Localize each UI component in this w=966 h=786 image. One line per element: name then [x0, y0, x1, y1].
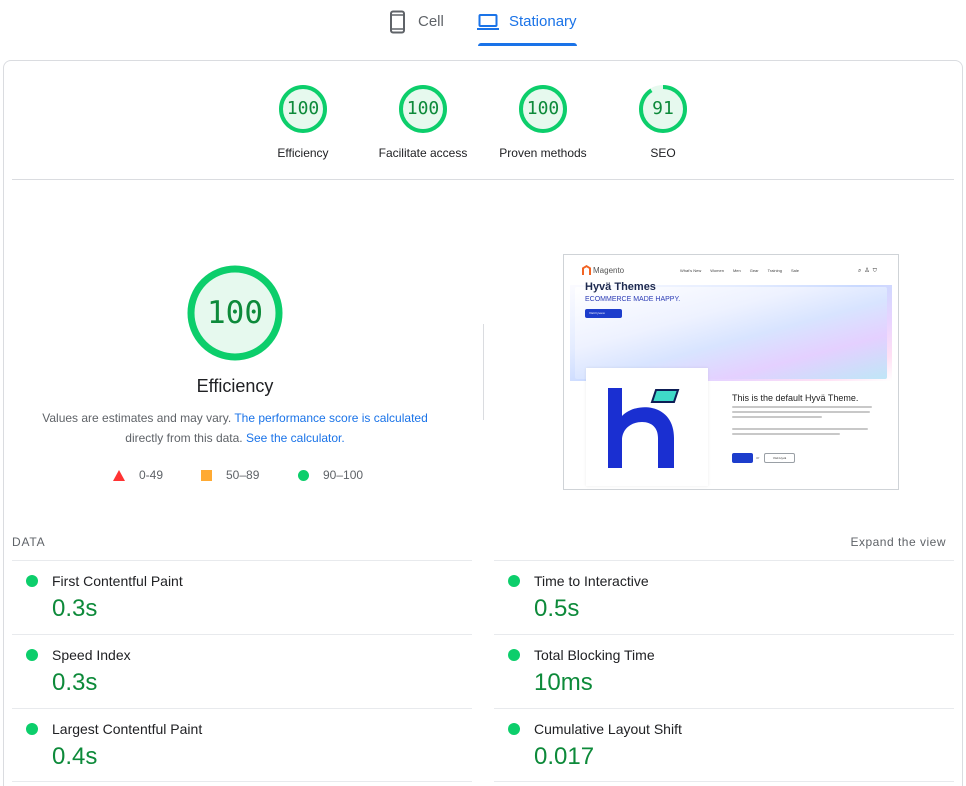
tab-desktop[interactable]: Stationary — [477, 10, 577, 46]
preview-menu: What's New Women Men Gear Training Sale — [680, 268, 799, 273]
expand-view-toggle[interactable]: Expand the view — [850, 535, 946, 549]
gauge-label: Efficiency — [277, 146, 329, 160]
device-tabs: Cell Stationary — [0, 0, 966, 50]
metric-lcp: Largest Contentful Paint 0.4s — [12, 708, 472, 782]
legend-fail: 0-49 — [113, 468, 163, 482]
preview-or-text: or — [756, 455, 760, 460]
pass-circle-icon — [26, 575, 38, 587]
preview-header-icons: ⌕♙⛉ — [857, 268, 880, 274]
hyva-h-icon — [608, 388, 680, 468]
metrics-header: DATA — [12, 535, 46, 549]
gauge-seo[interactable]: 91 SEO — [603, 84, 723, 160]
metric-value: 0.3s — [52, 595, 98, 622]
legend-pass: 90–100 — [298, 468, 363, 482]
phone-icon — [388, 10, 408, 38]
gauge-performance[interactable]: 100 Efficiency — [243, 84, 363, 160]
metric-value: 0.5s — [534, 595, 580, 622]
gauge-score: 100 — [406, 98, 440, 119]
gauge-label: Facilitate access — [378, 146, 468, 160]
preview-logo: Magento — [582, 265, 624, 275]
legend-average: 50–89 — [201, 468, 259, 482]
gauge-label: Proven methods — [499, 146, 587, 160]
preview-right-title: This is the default Hyvä Theme. — [732, 393, 859, 403]
performance-title: Efficiency — [196, 376, 274, 396]
desc-text: Values are estimates and may vary. — [42, 411, 235, 425]
gauge-accessibility[interactable]: 100 Facilitate access — [363, 84, 483, 160]
metric-name: Largest Contentful Paint — [52, 721, 203, 737]
gauge-score: 100 — [286, 98, 320, 119]
magento-logo-icon — [582, 265, 591, 275]
final-screenshot[interactable]: Magento What's New Women Men Gear Traini… — [563, 254, 899, 490]
metric-value: 10ms — [534, 669, 593, 696]
legend-range: 50–89 — [226, 468, 260, 482]
metric-speed-index: Speed Index 0.3s — [12, 634, 472, 708]
gauge-label: SEO — [650, 146, 676, 160]
metric-divider — [12, 781, 472, 782]
metric-tbt: Total Blocking Time 10ms — [494, 634, 954, 708]
active-tab-indicator — [478, 43, 577, 46]
laptop-icon — [477, 10, 499, 38]
preview-right-text — [732, 406, 877, 436]
gauge-score: 100 — [526, 98, 560, 119]
performance-description: Values are estimates and may vary. The p… — [30, 408, 440, 448]
metric-name: Time to Interactive — [534, 573, 649, 589]
section-divider — [12, 179, 954, 180]
pass-circle-icon — [508, 575, 520, 587]
metric-name: Speed Index — [52, 647, 131, 663]
metric-fcp: First Contentful Paint 0.3s — [12, 560, 472, 634]
tab-desktop-label: Stationary — [509, 13, 577, 30]
gauge-score: 91 — [652, 98, 674, 119]
pass-circle-icon — [508, 649, 520, 661]
triangle-icon — [113, 469, 125, 481]
metric-cls: Cumulative Layout Shift 0.017 — [494, 708, 954, 782]
pass-circle-icon — [26, 649, 38, 661]
vertical-divider — [483, 324, 484, 420]
circle-icon — [298, 469, 309, 481]
score-calculated-link[interactable]: The performance score is calculated — [234, 411, 427, 425]
square-icon — [201, 469, 212, 481]
tab-mobile[interactable]: Cell — [388, 10, 444, 46]
hyva-logo — [586, 368, 708, 486]
preview-primary-button — [732, 453, 753, 463]
metric-value: 0.3s — [52, 669, 98, 696]
metric-value: 0.4s — [52, 743, 98, 770]
pass-circle-icon — [26, 723, 38, 735]
preview-hero-button: Visit hyva.io — [585, 309, 622, 318]
preview-secondary-button: Visit Hyvä — [764, 453, 795, 463]
calculator-link[interactable]: See the calculator. — [246, 431, 345, 445]
preview-hero-title: Hyvä Themes — [585, 281, 656, 293]
metric-tti: Time to Interactive 0.5s — [494, 560, 954, 634]
performance-score: 100 — [207, 295, 263, 331]
legend-range: 90–100 — [323, 468, 364, 482]
tab-mobile-label: Cell — [418, 13, 444, 30]
metric-value: 0.017 — [534, 743, 595, 770]
gauge-best-practices[interactable]: 100 Proven methods — [483, 84, 603, 160]
metric-name: Total Blocking Time — [534, 647, 655, 663]
desc-text: directly from this data. — [125, 431, 246, 445]
pass-circle-icon — [508, 723, 520, 735]
legend-range: 0-49 — [139, 468, 164, 482]
metric-name: Cumulative Layout Shift — [534, 721, 682, 737]
metric-name: First Contentful Paint — [52, 573, 183, 589]
metric-divider — [494, 781, 954, 782]
category-gauges: 100 Efficiency 100 Facilitate access 100… — [0, 84, 966, 184]
preview-hero-subtitle: ECOMMERCE MADE HAPPY. — [585, 296, 681, 303]
